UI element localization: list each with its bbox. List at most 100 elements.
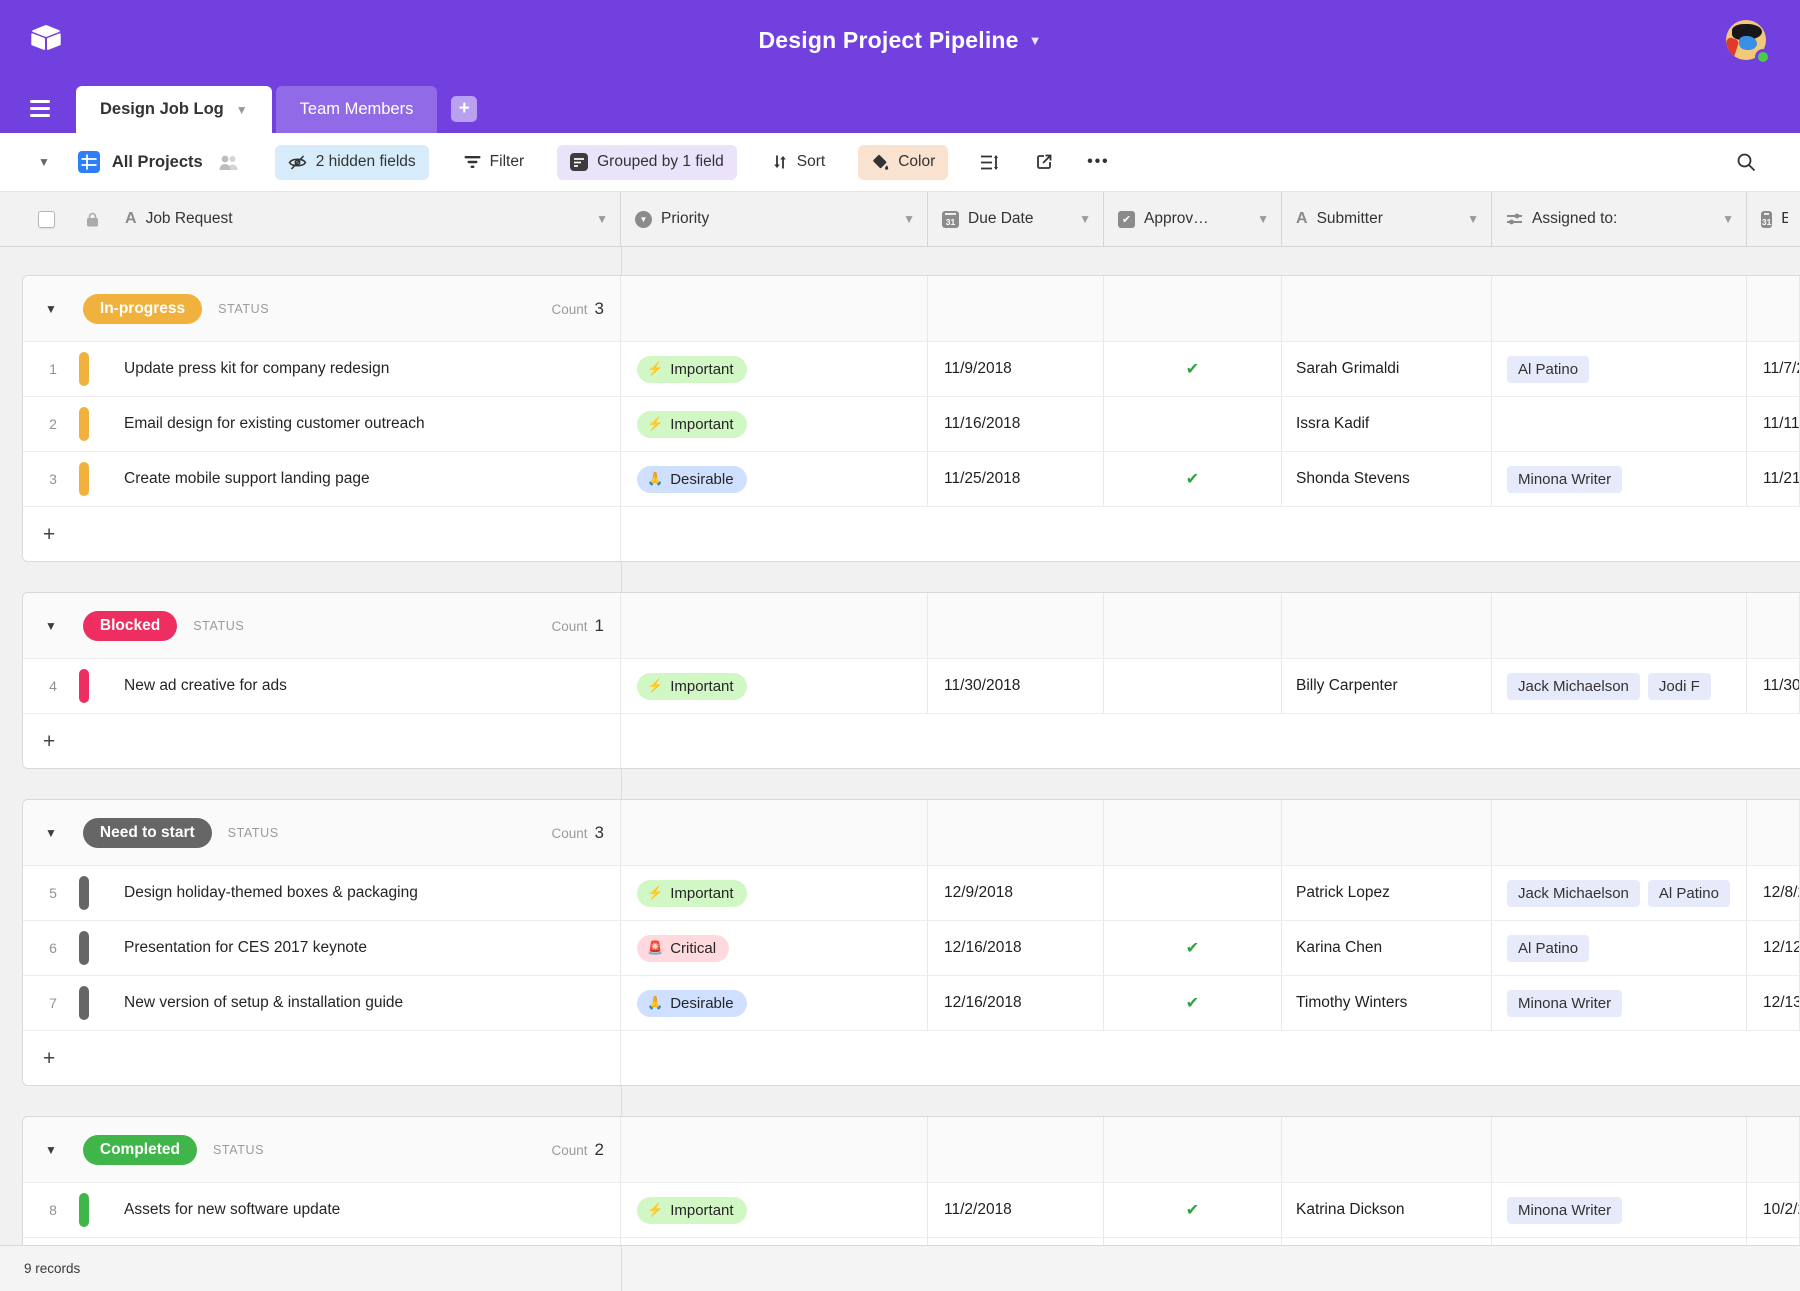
tab-design-job-log[interactable]: Design Job Log ▼: [76, 86, 272, 133]
priority-cell[interactable]: ⚡Important: [621, 342, 928, 396]
job-request-cell[interactable]: 7New version of setup & installation gui…: [23, 976, 621, 1030]
user-avatar[interactable]: [1726, 20, 1768, 62]
job-request-cell[interactable]: 9: [23, 1238, 621, 1245]
assigned-cell[interactable]: Al Patino: [1492, 921, 1747, 975]
end-date-cell[interactable]: 11/7/2018: [1747, 342, 1800, 396]
table-row[interactable]: 6Presentation for CES 2017 keynote🚨Criti…: [23, 920, 1800, 975]
due-date-cell[interactable]: 12/9/2018: [928, 866, 1104, 920]
assigned-cell[interactable]: [1492, 397, 1747, 451]
assigned-cell[interactable]: Jack MichaelsonJodi F: [1492, 659, 1747, 713]
group-header-cell[interactable]: ▼In-progressSTATUSCount3: [23, 276, 621, 341]
row-number[interactable]: 1: [39, 361, 67, 377]
menu-icon[interactable]: [30, 100, 50, 117]
chevron-down-icon[interactable]: ▼: [1459, 212, 1479, 226]
table-row[interactable]: 9: [23, 1237, 1800, 1245]
approved-cell[interactable]: ✔: [1104, 921, 1282, 975]
submitter-cell[interactable]: Karina Chen: [1282, 921, 1492, 975]
row-number[interactable]: 4: [39, 678, 67, 694]
assigned-cell[interactable]: Al Patino: [1492, 342, 1747, 396]
priority-cell[interactable]: 🙏Desirable: [621, 976, 928, 1030]
end-date-cell[interactable]: 12/13/2018: [1747, 976, 1800, 1030]
group-header-cell[interactable]: ▼BlockedSTATUSCount1: [23, 593, 621, 658]
group-header-cell[interactable]: ▼CompletedSTATUSCount2: [23, 1117, 621, 1182]
due-date-cell[interactable]: 11/2/2018: [928, 1183, 1104, 1237]
job-request-cell[interactable]: 5Design holiday-themed boxes & packaging: [23, 866, 621, 920]
row-height-button[interactable]: [970, 145, 1009, 180]
collapse-group-icon[interactable]: ▼: [45, 826, 57, 840]
table-row[interactable]: 7New version of setup & installation gui…: [23, 975, 1800, 1030]
submitter-cell[interactable]: Shonda Stevens: [1282, 452, 1492, 506]
view-sidebar-toggle-icon[interactable]: ▼: [38, 155, 50, 169]
job-request-cell[interactable]: 6Presentation for CES 2017 keynote: [23, 921, 621, 975]
column-header-submitter[interactable]: A Submitter ▼: [1282, 192, 1492, 246]
select-all-checkbox[interactable]: [38, 211, 55, 228]
end-date-cell[interactable]: 11/11/2018: [1747, 397, 1800, 451]
end-date-cell[interactable]: [1747, 1238, 1800, 1245]
row-number[interactable]: 8: [39, 1202, 67, 1218]
group-status-pill[interactable]: In-progress: [83, 294, 202, 324]
due-date-cell[interactable]: 11/30/2018: [928, 659, 1104, 713]
priority-cell[interactable]: 🙏Desirable: [621, 452, 928, 506]
collapse-group-icon[interactable]: ▼: [45, 619, 57, 633]
table-row[interactable]: 3Create mobile support landing page🙏Desi…: [23, 451, 1800, 506]
sort-button[interactable]: Sort: [759, 145, 838, 180]
submitter-cell[interactable]: Issra Kadif: [1282, 397, 1492, 451]
job-request-cell[interactable]: 2Email design for existing customer outr…: [23, 397, 621, 451]
column-header-approved[interactable]: ✔ Approv… ▼: [1104, 192, 1282, 246]
table-row[interactable]: 5Design holiday-themed boxes & packaging…: [23, 865, 1800, 920]
tab-team-members[interactable]: Team Members: [276, 86, 438, 133]
filter-button[interactable]: Filter: [451, 145, 537, 180]
due-date-cell[interactable]: 11/9/2018: [928, 342, 1104, 396]
row-number[interactable]: 5: [39, 885, 67, 901]
job-request-cell[interactable]: 3Create mobile support landing page: [23, 452, 621, 506]
approved-cell[interactable]: [1104, 659, 1282, 713]
collapse-group-icon[interactable]: ▼: [45, 302, 57, 316]
priority-cell[interactable]: ⚡Important: [621, 1183, 928, 1237]
add-record-button[interactable]: +: [23, 714, 621, 768]
submitter-cell[interactable]: Timothy Winters: [1282, 976, 1492, 1030]
table-row[interactable]: 4New ad creative for ads⚡Important11/30/…: [23, 658, 1800, 713]
priority-cell[interactable]: 🚨Critical: [621, 921, 928, 975]
due-date-cell[interactable]: 11/16/2018: [928, 397, 1104, 451]
end-date-cell[interactable]: 12/12/2018: [1747, 921, 1800, 975]
priority-cell[interactable]: ⚡Important: [621, 659, 928, 713]
view-name[interactable]: All Projects: [112, 153, 203, 172]
approved-cell[interactable]: ✔: [1104, 1183, 1282, 1237]
chevron-down-icon[interactable]: ▼: [1071, 212, 1091, 226]
column-header-job-request[interactable]: A Job Request ▼: [0, 192, 621, 246]
group-button[interactable]: Grouped by 1 field: [557, 145, 737, 180]
column-header-priority[interactable]: ▼ Priority ▼: [621, 192, 928, 246]
approved-cell[interactable]: [1104, 866, 1282, 920]
group-header-cell[interactable]: ▼Need to startSTATUSCount3: [23, 800, 621, 865]
end-date-cell[interactable]: 12/8/2018: [1747, 866, 1800, 920]
hidden-fields-button[interactable]: 2 hidden fields: [275, 145, 429, 180]
row-number[interactable]: 2: [39, 416, 67, 432]
submitter-cell[interactable]: Billy Carpenter: [1282, 659, 1492, 713]
row-number[interactable]: 3: [39, 471, 67, 487]
column-header-due-date[interactable]: 31 Due Date ▼: [928, 192, 1104, 246]
due-date-cell[interactable]: [928, 1238, 1104, 1245]
group-status-pill[interactable]: Blocked: [83, 611, 177, 641]
job-request-cell[interactable]: 4New ad creative for ads: [23, 659, 621, 713]
add-record-button[interactable]: +: [23, 507, 621, 561]
chevron-down-icon[interactable]: ▼: [1714, 212, 1734, 226]
priority-cell[interactable]: [621, 1238, 928, 1245]
group-status-pill[interactable]: Need to start: [83, 818, 212, 848]
assigned-cell[interactable]: Minona Writer: [1492, 1183, 1747, 1237]
submitter-cell[interactable]: Katrina Dickson: [1282, 1183, 1492, 1237]
priority-cell[interactable]: ⚡Important: [621, 397, 928, 451]
group-status-pill[interactable]: Completed: [83, 1135, 197, 1165]
chevron-down-icon[interactable]: ▼: [895, 212, 915, 226]
base-title-dropdown[interactable]: Design Project Pipeline ▼: [758, 27, 1041, 54]
due-date-cell[interactable]: 12/16/2018: [928, 921, 1104, 975]
due-date-cell[interactable]: 12/16/2018: [928, 976, 1104, 1030]
add-table-button[interactable]: +: [451, 96, 477, 122]
due-date-cell[interactable]: 11/25/2018: [928, 452, 1104, 506]
share-view-button[interactable]: [1025, 145, 1063, 180]
end-date-cell[interactable]: 10/2/2018: [1747, 1183, 1800, 1237]
approved-cell[interactable]: ✔: [1104, 976, 1282, 1030]
collapse-group-icon[interactable]: ▼: [45, 1143, 57, 1157]
search-button[interactable]: [1736, 152, 1756, 172]
assigned-cell[interactable]: Jack MichaelsonAl Patino: [1492, 866, 1747, 920]
column-header-end-date[interactable]: 31 E: [1747, 192, 1800, 246]
